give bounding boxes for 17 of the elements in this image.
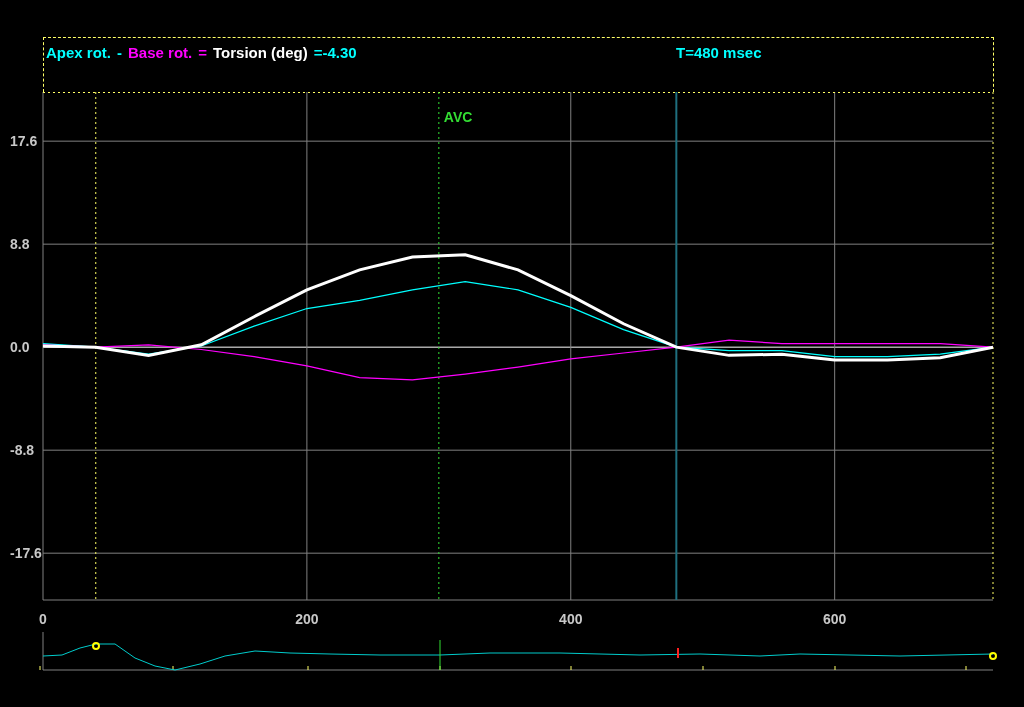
legend-label: Apex rot. — [46, 43, 111, 63]
y-tick-label: 0.0 — [10, 339, 30, 356]
y-tick-label: 17.6 — [10, 133, 38, 150]
operator-sign: - — [117, 43, 122, 63]
x-tick-label: 0 — [39, 611, 47, 627]
marker-label: AVC — [443, 109, 473, 125]
operator-sign: = — [198, 43, 207, 63]
legend-label: Torsion (deg) — [213, 43, 308, 63]
y-tick-label: -17.6 — [10, 545, 42, 562]
legend-label: Base rot. — [128, 43, 193, 63]
y-tick-label: -8.8 — [10, 442, 35, 459]
x-tick-label: 600 — [823, 611, 847, 627]
x-tick-label: 400 — [559, 611, 583, 627]
torsion-value: =-4.30 — [313, 43, 357, 63]
x-tick-label: 200 — [295, 611, 319, 627]
y-tick-label: 8.8 — [10, 236, 30, 253]
time-readout: T=480 msec — [676, 43, 762, 63]
